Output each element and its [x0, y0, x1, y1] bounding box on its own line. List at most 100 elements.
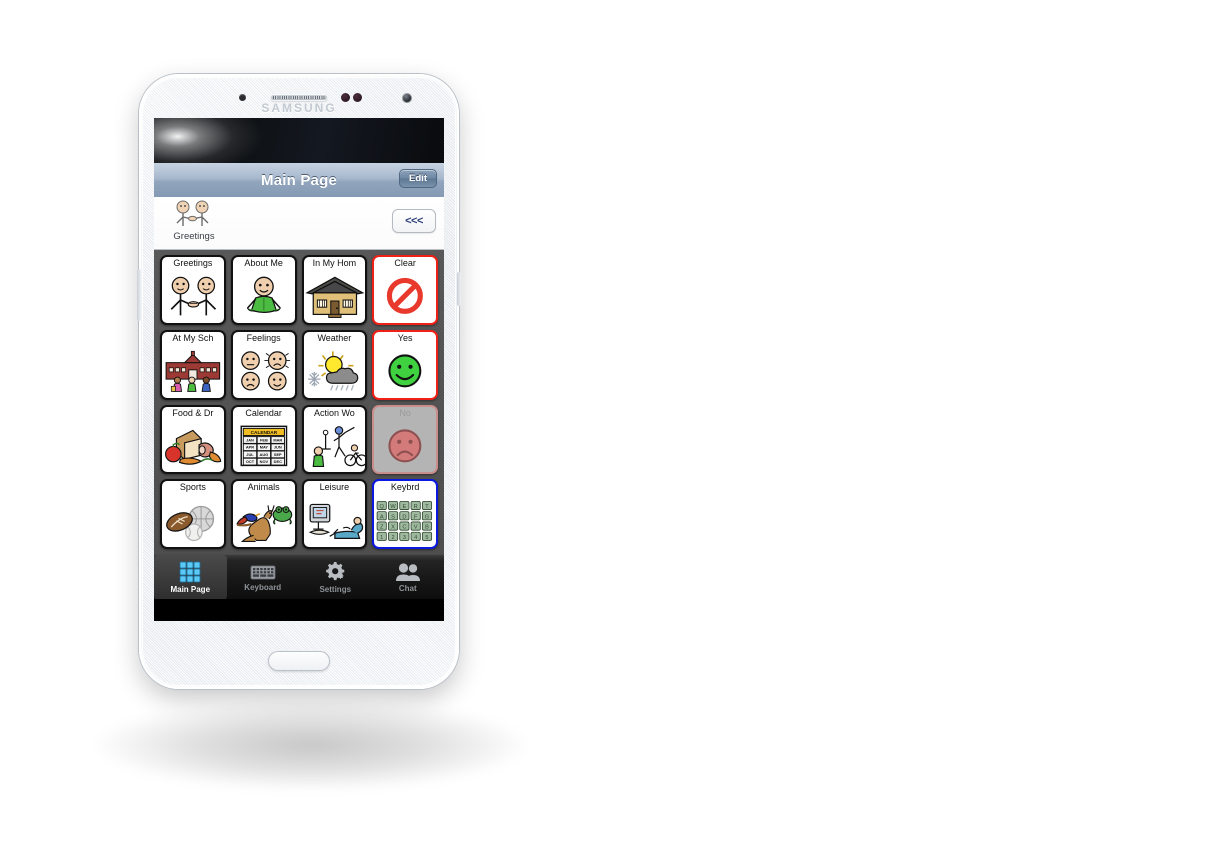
grid-cell-action-words[interactable]: Action Wo — [301, 404, 368, 475]
people-icon — [395, 562, 421, 582]
bird-kangaroo-frog-icon — [233, 493, 295, 547]
grid-cell-label: Animals — [247, 482, 280, 493]
power-button[interactable] — [457, 272, 461, 306]
tab-label: Main Page — [170, 585, 211, 594]
svg-text:X: X — [391, 525, 395, 531]
grid-cell-label: About Me — [244, 258, 283, 268]
grid-cell-label: Weather — [317, 332, 352, 343]
svg-text:D: D — [403, 515, 407, 521]
tv-person-relaxing-icon — [304, 493, 366, 547]
person-green-shirt-icon — [233, 269, 295, 323]
svg-text:JAN: JAN — [246, 437, 254, 442]
tab-settings[interactable]: Settings — [299, 555, 372, 600]
grid-cell-label: At My Sch — [172, 332, 214, 343]
green-smiley-face-icon — [374, 344, 436, 398]
svg-text:C: C — [403, 525, 407, 531]
keyboard-keys-icon: QWE R T A S D F G Z X C V B 1 2 3 4 5 — [374, 493, 436, 547]
grid-cell-in-my-home[interactable]: In My Hom — [301, 255, 368, 325]
grid-cell-yes[interactable]: Yes — [372, 329, 438, 400]
grid-cell-label: Action Wo — [313, 407, 355, 418]
gear-icon — [323, 561, 347, 583]
svg-text:Q: Q — [380, 504, 385, 510]
tab-label: Keyboard — [244, 583, 282, 592]
svg-text:F: F — [414, 515, 418, 521]
tab-main-page[interactable]: Main Page — [154, 555, 227, 600]
grid-icon — [179, 561, 201, 583]
svg-text:W: W — [391, 504, 397, 510]
tab-keyboard[interactable]: Keyboard — [227, 555, 300, 600]
svg-text:NOV: NOV — [259, 459, 268, 464]
svg-text:APR: APR — [246, 444, 254, 449]
message-item-label: Greetings — [173, 231, 215, 242]
grid-cell-no[interactable]: No — [372, 404, 438, 475]
grid-cell-animals[interactable]: Animals — [230, 479, 297, 549]
svg-text:AUG: AUG — [259, 451, 268, 456]
svg-text:JUL: JUL — [246, 451, 254, 456]
svg-text:Z: Z — [380, 525, 384, 531]
keyboard-icon — [250, 563, 276, 581]
tab-chat[interactable]: Chat — [372, 555, 445, 600]
red-sad-face-icon — [374, 419, 436, 473]
grid-cell-keyboard[interactable]: Keybrd Q W E R T A S D F G Z X C V B 1 2… — [372, 479, 438, 549]
svg-text:SEP: SEP — [274, 451, 282, 456]
two-people-greeting-icon — [168, 200, 220, 230]
device-brand-label: SAMSUNG — [261, 101, 337, 115]
four-faces-emotions-icon — [233, 344, 295, 398]
svg-text:V: V — [414, 525, 418, 531]
svg-text:CALENDAR: CALENDAR — [250, 430, 277, 436]
grid-cell-label: Greetings — [173, 258, 213, 268]
svg-text:FEB: FEB — [260, 437, 268, 442]
svg-text:B: B — [425, 525, 429, 531]
grid-cell-food-and-drink[interactable]: Food & Dr — [160, 404, 226, 475]
message-item-greetings[interactable]: Greetings — [163, 200, 225, 246]
message-bar[interactable]: Greetings <<< — [154, 197, 444, 250]
svg-text:OCT: OCT — [246, 459, 255, 464]
svg-text:S: S — [391, 515, 395, 521]
drop-shadow — [96, 700, 526, 790]
grid-cell-at-my-school[interactable]: At My Sch — [160, 329, 226, 400]
grid-cell-label: Leisure — [319, 482, 350, 493]
grid-cell-leisure[interactable]: Leisure — [301, 479, 368, 549]
people-actions-icon — [304, 419, 366, 473]
edit-button[interactable]: Edit — [399, 169, 437, 188]
grid-cell-label: In My Hom — [312, 258, 357, 268]
football-basketball-baseball-icon — [162, 493, 224, 547]
grid-cell-greetings[interactable]: Greetings — [160, 255, 226, 325]
symbol-grid: Greetings About Me In My Hom Clear At My… — [154, 250, 444, 554]
app-titlebar: Main Page Edit — [154, 163, 444, 198]
grid-cell-label: Feelings — [246, 332, 281, 343]
school-building-icon — [162, 344, 224, 398]
grid-cell-label: Yes — [397, 332, 413, 343]
grid-cell-about-me[interactable]: About Me — [230, 255, 297, 325]
screen-bottom-filler — [154, 599, 444, 621]
status-area — [154, 118, 444, 163]
svg-text:T: T — [426, 504, 430, 510]
tab-label: Settings — [319, 585, 352, 594]
proximity-sensor-icon — [239, 94, 246, 101]
grid-cell-label: Clear — [394, 258, 416, 268]
grid-cell-label: No — [399, 407, 411, 418]
grid-cell-feelings[interactable]: Feelings — [230, 329, 297, 400]
home-button[interactable] — [268, 651, 330, 671]
svg-text:1: 1 — [380, 535, 383, 541]
back-button[interactable]: <<< — [392, 209, 436, 233]
svg-text:5: 5 — [426, 535, 429, 541]
grid-cell-label: Sports — [179, 482, 206, 493]
svg-text:2: 2 — [392, 535, 395, 541]
volume-button[interactable] — [137, 269, 141, 321]
grid-cell-calendar[interactable]: Calendar CALENDAR JAN FEB MAR APR MAY JU… — [230, 404, 297, 475]
svg-text:MAR: MAR — [273, 437, 282, 442]
svg-text:4: 4 — [414, 535, 417, 541]
svg-text:DEC: DEC — [273, 459, 281, 464]
svg-text:G: G — [425, 515, 429, 521]
svg-text:JUN: JUN — [274, 444, 282, 449]
grid-cell-label: Food & Dr — [172, 407, 214, 418]
grid-cell-clear[interactable]: Clear — [372, 255, 438, 325]
grid-cell-sports[interactable]: Sports — [160, 479, 226, 549]
bottom-tabbar: Main Page Keyboard Settings Chat — [154, 554, 444, 600]
no-entry-sign-icon — [374, 269, 436, 323]
svg-text:3: 3 — [403, 535, 406, 541]
grid-cell-label: Keybrd — [390, 482, 420, 493]
grid-cell-weather[interactable]: Weather — [301, 329, 368, 400]
grid-cell-label: Calendar — [245, 407, 282, 418]
